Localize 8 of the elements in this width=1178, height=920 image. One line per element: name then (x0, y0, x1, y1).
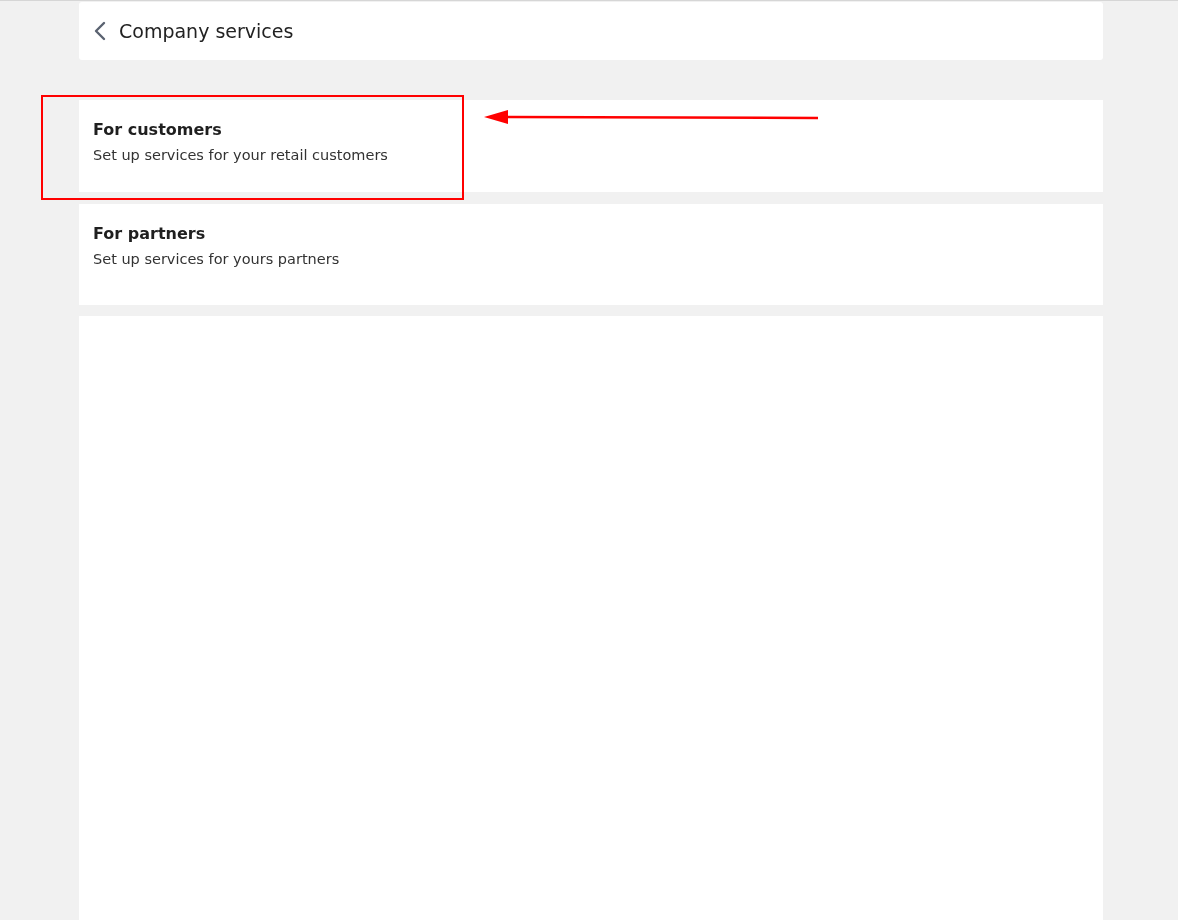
option-title: For partners (93, 224, 207, 243)
back-chevron-icon (93, 21, 107, 41)
option-description: Set up services for yours partners (93, 251, 341, 267)
option-title: For customers (93, 120, 223, 139)
option-description: Set up services for your retail customers (93, 147, 389, 163)
service-option-card[interactable]: For partners Set up services for yours partners (79, 204, 1103, 305)
service-option-card[interactable]: For customers Set up services for your retail customers (79, 100, 1103, 192)
page-title: Company services (119, 20, 294, 42)
